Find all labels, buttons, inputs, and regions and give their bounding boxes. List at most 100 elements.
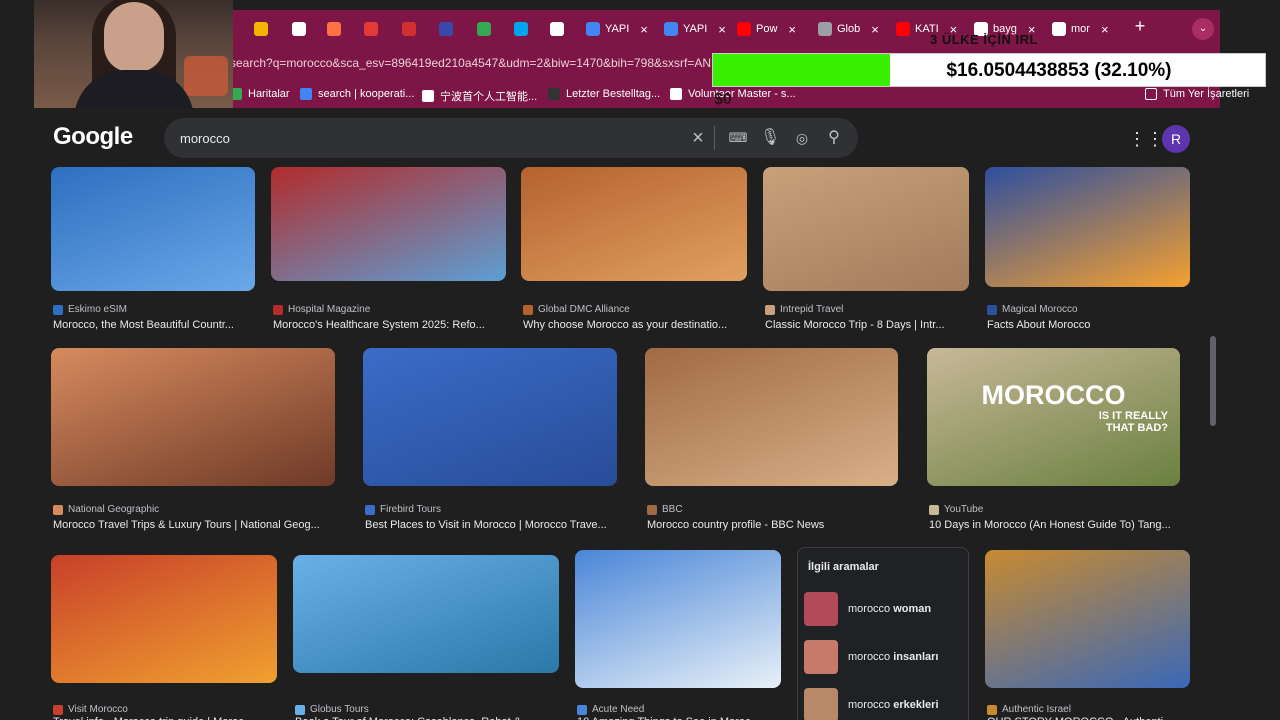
avatar[interactable]: R bbox=[1162, 125, 1190, 153]
source-favicon-icon bbox=[929, 504, 939, 515]
donation-amount: $16.0504438853 (32.10%) bbox=[946, 60, 1172, 81]
bookmark-item[interactable]: search | kooperati... bbox=[300, 88, 414, 100]
result-title[interactable]: Facts About Morocco bbox=[987, 319, 1212, 331]
source-favicon-icon bbox=[987, 304, 997, 315]
tab-4[interactable] bbox=[402, 16, 416, 42]
result-source[interactable]: Authentic Israel bbox=[987, 704, 1071, 715]
result-title[interactable]: Morocco country profile - BBC News bbox=[647, 519, 920, 531]
result-title[interactable]: Morocco Travel Trips & Luxury Tours | Na… bbox=[53, 519, 357, 531]
related-label: morocco erkekleri bbox=[848, 699, 939, 711]
tab-2[interactable] bbox=[327, 16, 341, 42]
folder-icon bbox=[1145, 88, 1157, 100]
tab-7[interactable] bbox=[514, 16, 528, 42]
diamond-icon bbox=[292, 22, 306, 36]
bookmark-item[interactable]: 宁波首个人工智能... bbox=[422, 88, 537, 104]
result-title[interactable]: Morocco's Healthcare System 2025: Refo..… bbox=[273, 319, 528, 331]
close-icon[interactable]: × bbox=[1101, 22, 1109, 37]
related-thumbnail bbox=[804, 640, 838, 674]
tab-15[interactable]: mor × bbox=[1052, 16, 1109, 42]
result-title[interactable]: Why choose Morocco as your destinatio... bbox=[523, 319, 769, 331]
result-thumbnail[interactable] bbox=[645, 348, 898, 486]
result-thumbnail[interactable] bbox=[51, 348, 335, 486]
tab-1[interactable] bbox=[292, 16, 306, 42]
bookmark-icon bbox=[548, 88, 560, 100]
close-icon[interactable]: × bbox=[718, 22, 726, 37]
result-thumbnail[interactable] bbox=[575, 550, 781, 688]
result-thumbnail[interactable]: MOROCCO IS IT REALLY THAT BAD? bbox=[927, 348, 1180, 486]
related-search-item[interactable]: morocco insanları bbox=[804, 640, 939, 674]
result-source[interactable]: Firebird Tours bbox=[365, 504, 441, 515]
apps-grid-icon[interactable]: ⋮⋮ bbox=[1128, 127, 1164, 151]
address-bar[interactable]: search?q=morocco&sca_esv=896419ed210a454… bbox=[230, 52, 750, 74]
tab-12[interactable]: Glob × bbox=[818, 16, 879, 42]
result-thumbnail[interactable] bbox=[51, 167, 255, 291]
result-title[interactable]: 10 Days in Morocco (An Honest Guide To) … bbox=[929, 519, 1202, 531]
close-icon[interactable]: × bbox=[871, 22, 879, 37]
result-thumbnail[interactable] bbox=[521, 167, 747, 281]
bookmark-item[interactable]: Volunteer Master - s... bbox=[670, 88, 796, 100]
search-icon[interactable]: ⚲ bbox=[824, 128, 844, 148]
result-source[interactable]: National Geographic bbox=[53, 504, 159, 515]
result-source[interactable]: BBC bbox=[647, 504, 683, 515]
result-thumbnail[interactable] bbox=[51, 555, 277, 683]
result-title[interactable]: OUR STORY MOROCCO - Authenti... bbox=[987, 716, 1212, 720]
tab-6[interactable] bbox=[477, 16, 491, 42]
tab-0[interactable] bbox=[254, 16, 268, 42]
result-title[interactable]: Book a Tour of Morocco: Casablanca, Raba… bbox=[295, 716, 581, 720]
result-thumbnail[interactable] bbox=[271, 167, 506, 281]
tab-label: YAPI bbox=[683, 23, 708, 35]
result-source[interactable]: Intrepid Travel bbox=[765, 304, 843, 315]
bookmark-item[interactable]: Haritalar bbox=[230, 88, 290, 100]
result-source[interactable]: Visit Morocco bbox=[53, 704, 128, 715]
result-thumbnail[interactable] bbox=[763, 167, 969, 291]
result-thumbnail[interactable] bbox=[293, 555, 559, 673]
source-label: Global DMC Alliance bbox=[538, 304, 630, 315]
scrollbar[interactable] bbox=[1210, 336, 1216, 426]
result-thumbnail[interactable] bbox=[985, 167, 1190, 287]
close-icon[interactable]: × bbox=[640, 22, 648, 37]
lamp bbox=[184, 56, 228, 96]
new-tab-button[interactable]: + bbox=[1130, 16, 1150, 37]
result-thumbnail[interactable] bbox=[363, 348, 617, 486]
search-input[interactable] bbox=[180, 118, 660, 158]
keyboard-icon[interactable]: ⌨ bbox=[728, 128, 748, 148]
camera-lens-icon[interactable]: ◎ bbox=[792, 128, 812, 148]
bookmark-label: Letzter Bestelltag... bbox=[566, 88, 661, 100]
result-title[interactable]: Classic Morocco Trip - 8 Days | Intr... bbox=[765, 319, 991, 331]
bookmark-item[interactable]: Letzter Bestelltag... bbox=[548, 88, 660, 100]
clear-icon[interactable]: × bbox=[688, 128, 708, 148]
tab-8[interactable] bbox=[550, 16, 564, 42]
all-bookmarks-label: Tüm Yer İşaretleri bbox=[1163, 88, 1250, 100]
tab-9[interactable]: YAPI × bbox=[586, 16, 648, 42]
source-favicon-icon bbox=[523, 304, 533, 315]
tab-10[interactable]: YAPI × bbox=[664, 16, 726, 42]
result-source[interactable]: Hospital Magazine bbox=[273, 304, 370, 315]
tab-11[interactable]: Pow × bbox=[737, 16, 796, 42]
close-icon[interactable]: × bbox=[788, 22, 796, 37]
result-thumbnail[interactable] bbox=[985, 550, 1190, 688]
search-bar: × ⌨ 🎙 ◎ ⚲ bbox=[164, 118, 858, 158]
related-search-item[interactable]: morocco erkekleri bbox=[804, 688, 939, 720]
result-title[interactable]: Morocco, the Most Beautiful Countr... bbox=[53, 319, 277, 331]
result-source[interactable]: Magical Morocco bbox=[987, 304, 1078, 315]
google-logo[interactable]: Google bbox=[53, 123, 133, 151]
source-favicon-icon bbox=[577, 704, 587, 715]
tab-search-button[interactable]: ⌄ bbox=[1192, 18, 1214, 40]
result-source[interactable]: Globus Tours bbox=[295, 704, 369, 715]
result-source[interactable]: Global DMC Alliance bbox=[523, 304, 630, 315]
result-source[interactable]: Acute Need bbox=[577, 704, 644, 715]
tab-5[interactable] bbox=[439, 16, 453, 42]
all-bookmarks-folder[interactable]: Tüm Yer İşaretleri bbox=[1145, 88, 1249, 100]
result-source[interactable]: YouTube bbox=[929, 504, 983, 515]
windows-icon bbox=[514, 22, 528, 36]
related-search-item[interactable]: morocco woman bbox=[804, 592, 931, 626]
tab-3[interactable] bbox=[364, 16, 378, 42]
bookmark-label: Volunteer Master - s... bbox=[688, 88, 796, 100]
result-title[interactable]: Best Places to Visit in Morocco | Morocc… bbox=[365, 519, 639, 531]
thumbnail-title: MOROCCO bbox=[981, 380, 1126, 410]
person-face bbox=[104, 2, 164, 72]
microphone-icon[interactable]: 🎙 bbox=[760, 128, 780, 148]
result-title[interactable]: Travel info - Morocco trip guide | Moroc… bbox=[53, 716, 299, 720]
result-title[interactable]: 10 Amazing Things to See in Moroc... bbox=[577, 716, 803, 720]
result-source[interactable]: Eskimo eSIM bbox=[53, 304, 127, 315]
